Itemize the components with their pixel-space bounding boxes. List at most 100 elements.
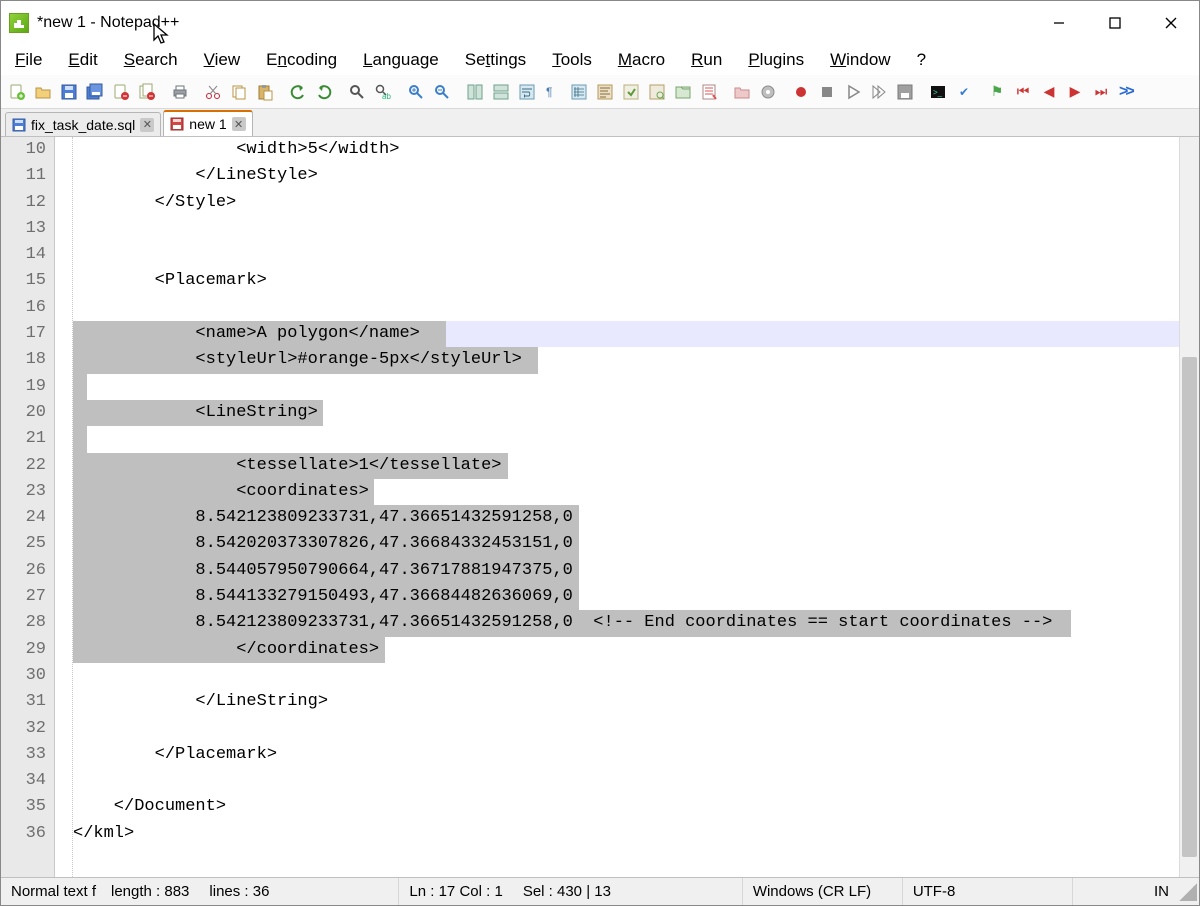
doc-list-icon[interactable] <box>697 80 721 104</box>
code-line[interactable] <box>73 663 1179 689</box>
code-line[interactable]: 8.542020373307826,47.36684332453151,0 <box>73 531 1179 557</box>
code-line[interactable]: </LineStyle> <box>73 163 1179 189</box>
sync-h-icon[interactable] <box>489 80 513 104</box>
status-position: Ln : 17 Col : 1 <box>399 878 512 905</box>
toolbar-overflow-icon[interactable]: >> <box>1115 83 1136 101</box>
cut-icon[interactable] <box>201 80 225 104</box>
save-macro-icon[interactable] <box>893 80 917 104</box>
code-line[interactable]: <width>5</width> <box>73 137 1179 163</box>
code-line[interactable]: <tessellate>1</tessellate> <box>73 453 1179 479</box>
open-file-icon[interactable] <box>31 80 55 104</box>
code-line[interactable]: </Document> <box>73 794 1179 820</box>
status-insert-mode[interactable]: IN <box>1073 878 1179 905</box>
close-file-icon[interactable] <box>109 80 133 104</box>
monitoring-icon[interactable] <box>756 80 780 104</box>
next-bookmark-icon[interactable]: ⏭ <box>1089 80 1113 104</box>
close-tab-icon[interactable]: ✕ <box>140 118 154 132</box>
close-all-icon[interactable] <box>135 80 159 104</box>
menu-edit[interactable]: Edit <box>60 46 105 74</box>
new-file-icon[interactable] <box>5 80 29 104</box>
code-line[interactable] <box>73 768 1179 794</box>
zoom-out-icon[interactable] <box>430 80 454 104</box>
menu-tools[interactable]: Tools <box>544 46 600 74</box>
code-line[interactable]: </Style> <box>73 190 1179 216</box>
folder-workspace-icon[interactable] <box>671 80 695 104</box>
close-tab-icon[interactable]: ✕ <box>232 117 246 131</box>
tab-fix-task-date[interactable]: fix_task_date.sql ✕ <box>5 112 161 136</box>
code-line[interactable]: <coordinates> <box>73 479 1179 505</box>
code-line[interactable]: </coordinates> <box>73 637 1179 663</box>
play-multi-icon[interactable] <box>867 80 891 104</box>
play-macro-icon[interactable] <box>841 80 865 104</box>
sync-v-icon[interactable] <box>463 80 487 104</box>
save-icon[interactable] <box>57 80 81 104</box>
code-line[interactable]: <LineString> <box>73 400 1179 426</box>
paste-icon[interactable] <box>253 80 277 104</box>
code-line[interactable] <box>73 716 1179 742</box>
code-line[interactable]: 8.544057950790664,47.36717881947375,0 <box>73 558 1179 584</box>
record-macro-icon[interactable] <box>789 80 813 104</box>
next-icon[interactable]: ▶ <box>1063 80 1087 104</box>
print-icon[interactable] <box>168 80 192 104</box>
find-icon[interactable] <box>345 80 369 104</box>
prev-bookmark-icon[interactable]: ⏮ <box>1011 80 1035 104</box>
vertical-scrollbar[interactable] <box>1179 137 1199 877</box>
func-list-icon[interactable] <box>645 80 669 104</box>
lang-format-icon[interactable] <box>593 80 617 104</box>
copy-icon[interactable] <box>227 80 251 104</box>
menu-language[interactable]: Language <box>355 46 447 74</box>
code-line[interactable]: <name>A polygon</name> <box>73 321 1179 347</box>
status-encoding[interactable]: UTF-8 <box>903 878 1073 905</box>
menu-window[interactable]: Window <box>822 46 898 74</box>
zoom-in-icon[interactable] <box>404 80 428 104</box>
menu-search[interactable]: Search <box>116 46 186 74</box>
indent-guide-icon[interactable] <box>567 80 591 104</box>
show-all-chars-icon[interactable]: ¶ <box>541 80 565 104</box>
menu-run[interactable]: Run <box>683 46 730 74</box>
maximize-button[interactable] <box>1087 1 1143 45</box>
tab-new-1[interactable]: new 1 ✕ <box>163 110 252 136</box>
save-all-icon[interactable] <box>83 80 107 104</box>
prev-icon[interactable]: ◀ <box>1037 80 1061 104</box>
code-line[interactable] <box>73 295 1179 321</box>
code-line[interactable] <box>73 216 1179 242</box>
code-area[interactable]: <width>5</width> </LineStyle> </Style> <… <box>73 137 1179 877</box>
code-line[interactable]: </LineString> <box>73 689 1179 715</box>
menu-help[interactable]: ? <box>909 46 934 74</box>
code-line[interactable]: 8.542123809233731,47.36651432591258,0 <!… <box>73 610 1179 636</box>
bookmark-icon[interactable]: ⚑ <box>985 80 1009 104</box>
line-number: 22 <box>1 453 46 479</box>
code-line[interactable]: </kml> <box>73 821 1179 847</box>
menu-settings[interactable]: Settings <box>457 46 534 74</box>
replace-icon[interactable]: ab <box>371 80 395 104</box>
terminal-icon[interactable]: >_ <box>926 80 950 104</box>
doc-map-icon[interactable] <box>619 80 643 104</box>
menu-encoding[interactable]: Encoding <box>258 46 345 74</box>
resize-grip[interactable] <box>1179 883 1197 901</box>
code-line[interactable]: <Placemark> <box>73 268 1179 294</box>
undo-icon[interactable] <box>286 80 310 104</box>
stop-macro-icon[interactable] <box>815 80 839 104</box>
menu-file[interactable]: File <box>7 46 50 74</box>
redo-icon[interactable] <box>312 80 336 104</box>
line-number: 24 <box>1 505 46 531</box>
scrollbar-thumb[interactable] <box>1182 357 1197 857</box>
menu-macro[interactable]: Macro <box>610 46 673 74</box>
code-line[interactable]: 8.542123809233731,47.36651432591258,0 <box>73 505 1179 531</box>
code-line[interactable] <box>73 426 1179 452</box>
code-line[interactable]: <styleUrl>#orange-5px</styleUrl> <box>73 347 1179 373</box>
code-line[interactable] <box>73 242 1179 268</box>
minimize-button[interactable] <box>1031 1 1087 45</box>
spell-icon[interactable]: ✔ <box>952 80 976 104</box>
code-line[interactable] <box>73 374 1179 400</box>
wrap-icon[interactable] <box>515 80 539 104</box>
line-number: 15 <box>1 268 46 294</box>
menu-plugins[interactable]: Plugins <box>740 46 812 74</box>
line-number: 27 <box>1 584 46 610</box>
code-line[interactable]: </Placemark> <box>73 742 1179 768</box>
status-eol[interactable]: Windows (CR LF) <box>743 878 903 905</box>
menu-view[interactable]: View <box>196 46 249 74</box>
folder-icon[interactable] <box>730 80 754 104</box>
code-line[interactable]: 8.544133279150493,47.36684482636069,0 <box>73 584 1179 610</box>
close-button[interactable] <box>1143 1 1199 45</box>
